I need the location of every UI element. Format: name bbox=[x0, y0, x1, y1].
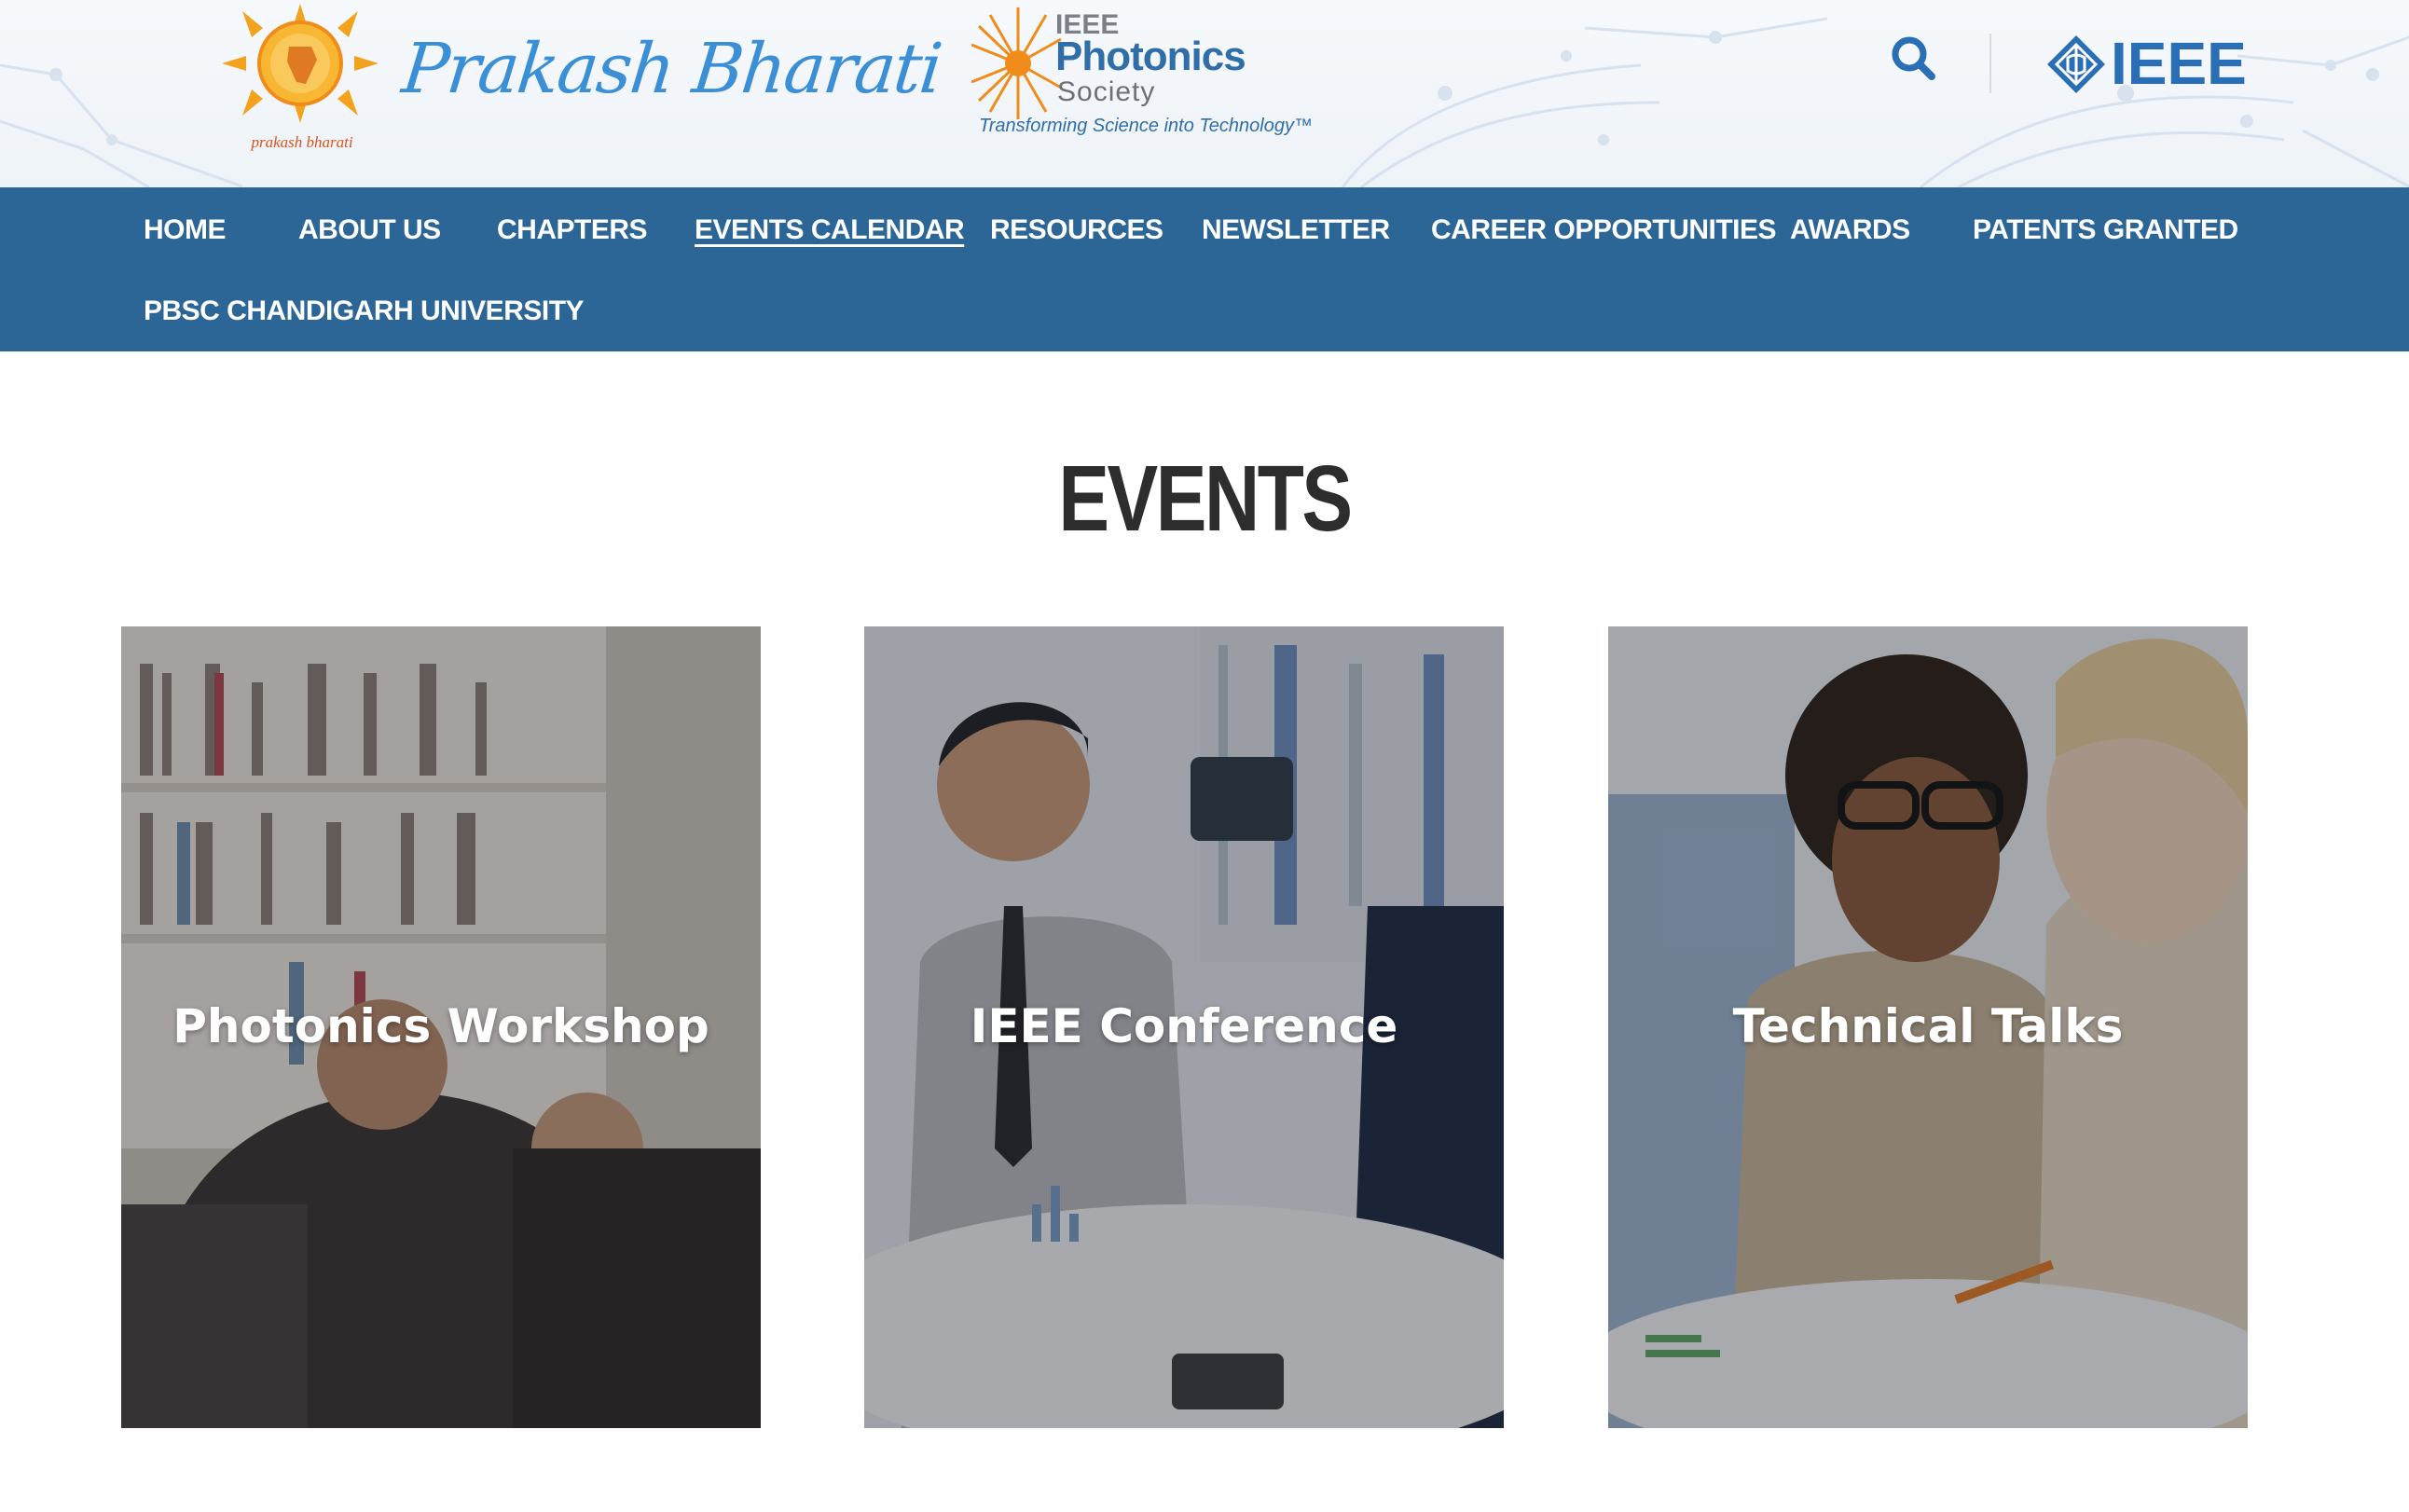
event-card-technical-talks[interactable]: Technical Talks bbox=[1608, 626, 2248, 1428]
page-title: EVENTS bbox=[1058, 447, 1353, 551]
photonics-name[interactable]: Photonics bbox=[1055, 34, 1246, 80]
photonics-tagline: Transforming Science into Technology™ bbox=[979, 116, 1313, 136]
prakash-bharati-caption: prakash bharati bbox=[251, 133, 353, 151]
photonics-society-label: Society bbox=[1057, 76, 1156, 107]
ieee-diamond-icon bbox=[2047, 35, 2105, 93]
main-navigation: HOME ABOUT US CHAPTERS EVENTS CALENDAR R… bbox=[0, 187, 2409, 351]
search-icon bbox=[1892, 36, 1935, 80]
header-divider bbox=[1989, 34, 1991, 93]
event-card-photonics-workshop[interactable]: Photonics Workshop bbox=[121, 626, 761, 1428]
nav-item-chapters[interactable]: CHAPTERS bbox=[497, 210, 648, 251]
prakash-bharati-wordmark[interactable]: Prakash Bharati bbox=[398, 24, 945, 114]
nav-item-patents-granted[interactable]: PATENTS GRANTED bbox=[1973, 210, 2238, 251]
nav-item-about-us[interactable]: ABOUT US bbox=[298, 210, 441, 251]
nav-item-pbsc-chandigarh-university[interactable]: PBSC CHANDIGARH UNIVERSITY bbox=[144, 291, 585, 332]
nav-item-newsletter[interactable]: NEWSLETTER bbox=[1202, 210, 1390, 251]
ieee-logo[interactable]: IEEE bbox=[2045, 28, 2252, 99]
event-card-ieee-conference[interactable]: IEEE Conference bbox=[864, 626, 1504, 1428]
event-card-title: Photonics Workshop bbox=[172, 999, 709, 1053]
nav-item-resources[interactable]: RESOURCES bbox=[990, 210, 1163, 251]
site-header: prakash bharati Prakash Bharati IEEE Pho… bbox=[0, 0, 2409, 187]
event-card-title: IEEE Conference bbox=[970, 999, 1398, 1053]
nav-item-home[interactable]: HOME bbox=[144, 210, 227, 251]
nav-item-career-opportunities[interactable]: CAREER OPPORTUNITIES bbox=[1431, 210, 1777, 251]
search-button[interactable] bbox=[1889, 34, 1939, 84]
nav-item-events-calendar[interactable]: EVENTS CALENDAR bbox=[695, 210, 965, 251]
nav-item-awards[interactable]: AWARDS bbox=[1790, 210, 1910, 251]
ieee-logo-text: IEEE bbox=[2111, 30, 2247, 97]
event-card-title: Technical Talks bbox=[1732, 999, 2124, 1053]
